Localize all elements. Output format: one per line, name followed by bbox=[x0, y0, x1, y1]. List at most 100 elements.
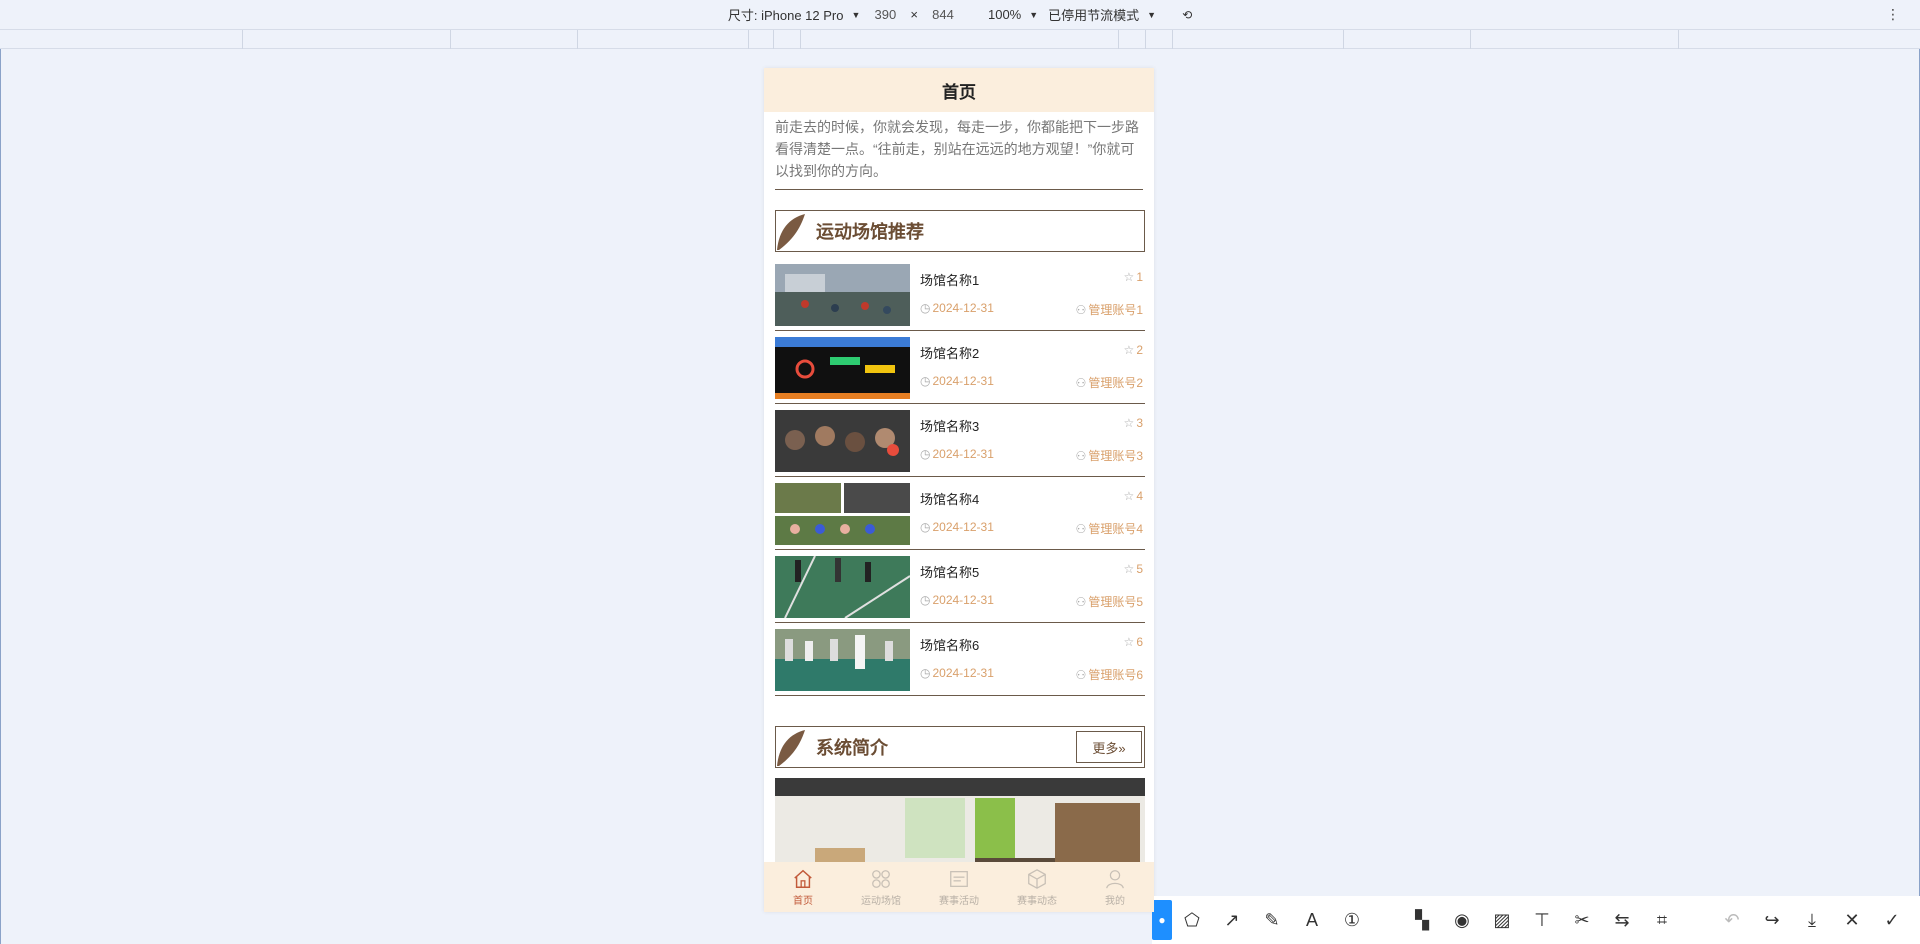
venue-account: ⚇ 管理账号3 bbox=[1075, 449, 1143, 463]
chevron-down-icon: ▼ bbox=[851, 9, 861, 20]
user-icon: ⚇ bbox=[1075, 595, 1087, 609]
venue-rating: ☆ 6 bbox=[1123, 635, 1143, 649]
mosaic-tool-icon[interactable]: ▚ bbox=[1402, 900, 1442, 940]
venue-date: ◷ 2024-12-31 bbox=[920, 666, 994, 680]
venue-item[interactable]: 场馆名称1 ☆ 1 ◷ 2024-12-31 ⚇ 管理账号1 bbox=[775, 258, 1145, 331]
user-icon bbox=[1106, 869, 1124, 888]
width-input[interactable]: 390 bbox=[860, 7, 910, 22]
bottom-tab-bar: 首页 运动场馆 赛事活动 赛事动态 我的 bbox=[764, 862, 1154, 912]
pin-tool-icon[interactable]: ⊤ bbox=[1522, 900, 1562, 940]
venue-rating: ☆ 4 bbox=[1123, 489, 1143, 503]
grid-icon bbox=[872, 869, 890, 888]
shape-tool-icon[interactable]: ⬠ bbox=[1172, 900, 1212, 940]
venue-rating: ☆ 3 bbox=[1123, 416, 1143, 430]
clock-icon: ◷ bbox=[920, 593, 931, 607]
user-icon: ⚇ bbox=[1075, 668, 1087, 682]
venue-name: 场馆名称3 bbox=[920, 419, 980, 434]
star-icon: ☆ bbox=[1123, 635, 1135, 649]
tab-events[interactable]: 赛事活动 bbox=[920, 862, 998, 912]
venue-rating: ☆ 5 bbox=[1123, 562, 1143, 576]
tab-news[interactable]: 赛事动态 bbox=[998, 862, 1076, 912]
user-icon: ⚇ bbox=[1075, 522, 1087, 536]
venue-account: ⚇ 管理账号6 bbox=[1075, 668, 1143, 682]
venue-item[interactable]: 场馆名称3 ☆ 3 ◷ 2024-12-31 ⚇ 管理账号3 bbox=[775, 404, 1145, 477]
clock-icon: ◷ bbox=[920, 666, 931, 680]
venue-section-header: 运动场馆推荐 bbox=[775, 210, 1145, 252]
number-tool-icon[interactable]: ① bbox=[1332, 900, 1372, 940]
venue-name: 场馆名称5 bbox=[920, 565, 980, 580]
venue-account: ⚇ 管理账号4 bbox=[1075, 522, 1143, 536]
close-icon[interactable]: ✕ bbox=[1832, 900, 1872, 940]
venue-name: 场馆名称1 bbox=[920, 273, 980, 288]
venue-rating: ☆ 2 bbox=[1123, 343, 1143, 357]
venue-list: 场馆名称1 ☆ 1 ◷ 2024-12-31 ⚇ 管理账号1 场馆名称2 ☆ 2 ◷ 20… bbox=[764, 258, 1154, 696]
calendar-icon bbox=[950, 870, 968, 887]
venue-date: ◷ 2024-12-31 bbox=[920, 520, 994, 534]
clock-icon: ◷ bbox=[920, 447, 931, 461]
user-icon: ⚇ bbox=[1075, 376, 1087, 390]
screenshot-toolbar: ● ⬠ ↗ ✎ A ① ▚ ◉ ▨ ⊤ ✂ ⇆ ⌗ ↶ ↪ ⤓ ✕ ✓ bbox=[1152, 896, 1920, 944]
tab-label: 赛事活动 bbox=[939, 895, 979, 907]
tab-home[interactable]: 首页 bbox=[764, 862, 842, 912]
zoom-label: 100% bbox=[987, 7, 1022, 22]
star-icon: ☆ bbox=[1123, 416, 1135, 430]
venue-date: ◷ 2024-12-31 bbox=[920, 301, 994, 315]
times-sign: × bbox=[910, 7, 918, 22]
confirm-icon[interactable]: ✓ bbox=[1872, 900, 1912, 940]
device-size-label: 尺寸: iPhone 12 Pro bbox=[727, 8, 844, 23]
device-select[interactable]: 尺寸: iPhone 12 Pro ▼ bbox=[728, 5, 861, 24]
translate-tool-icon[interactable]: ⇆ bbox=[1602, 900, 1642, 940]
more-button[interactable]: 更多» bbox=[1076, 731, 1142, 763]
tab-label: 运动场馆 bbox=[861, 895, 901, 907]
venue-account: ⚇ 管理账号2 bbox=[1075, 376, 1143, 390]
share-icon[interactable]: ↪ bbox=[1752, 900, 1792, 940]
venue-item[interactable]: 场馆名称2 ☆ 2 ◷ 2024-12-31 ⚇ 管理账号2 bbox=[775, 331, 1145, 404]
tab-label: 首页 bbox=[793, 895, 813, 907]
venue-date: ◷ 2024-12-31 bbox=[920, 374, 994, 388]
device-toolbar: 尺寸: iPhone 12 Pro ▼ 390 × 844 100% ▼ 已停用… bbox=[0, 0, 1920, 30]
system-section-header: 系统简介 更多» bbox=[775, 726, 1145, 768]
hatch-tool-icon[interactable]: ▨ bbox=[1482, 900, 1522, 940]
download-icon[interactable]: ⤓ bbox=[1792, 900, 1832, 940]
venue-thumbnail bbox=[775, 629, 910, 691]
tab-venues[interactable]: 运动场馆 bbox=[842, 862, 920, 912]
text-tool-icon[interactable]: A bbox=[1292, 900, 1332, 940]
blur-tool-icon[interactable]: ◉ bbox=[1442, 900, 1482, 940]
scissors-tool-icon[interactable]: ✂ bbox=[1562, 900, 1602, 940]
rotate-icon[interactable]: ⟲ bbox=[1182, 8, 1192, 22]
clock-icon: ◷ bbox=[920, 374, 931, 388]
star-icon: ☆ bbox=[1123, 270, 1135, 284]
venue-item[interactable]: 场馆名称5 ☆ 5 ◷ 2024-12-31 ⚇ 管理账号5 bbox=[775, 550, 1145, 623]
pen-tool-icon[interactable]: ✎ bbox=[1252, 900, 1292, 940]
venue-rating: ☆ 1 bbox=[1123, 270, 1143, 284]
phone-viewport: 首页 向着目标一小步，也许离终点很远，但你只要朝着一个方向前走去的时候，你就会发… bbox=[764, 68, 1154, 912]
clock-icon: ◷ bbox=[920, 301, 931, 315]
page-content[interactable]: 向着目标一小步，也许离终点很远，但你只要朝着一个方向前走去的时候，你就会发现，每… bbox=[764, 112, 1154, 912]
leaf-icon bbox=[777, 730, 805, 766]
home-icon bbox=[794, 869, 812, 888]
star-icon: ☆ bbox=[1123, 343, 1135, 357]
clock-icon: ◷ bbox=[920, 520, 931, 534]
tab-mine[interactable]: 我的 bbox=[1076, 862, 1154, 912]
chevron-down-icon: ▼ bbox=[1029, 9, 1039, 20]
more-options-icon[interactable]: ⋮ bbox=[1886, 6, 1900, 23]
venue-item[interactable]: 场馆名称4 ☆ 4 ◷ 2024-12-31 ⚇ 管理账号4 bbox=[775, 477, 1145, 550]
venue-account: ⚇ 管理账号1 bbox=[1075, 303, 1143, 317]
pin-icon[interactable]: ● bbox=[1152, 900, 1172, 940]
intro-text-block: 向着目标一小步，也许离终点很远，但你只要朝着一个方向前走去的时候，你就会发现，每… bbox=[775, 112, 1143, 190]
venue-name: 场馆名称6 bbox=[920, 638, 980, 653]
venue-name: 场馆名称2 bbox=[920, 346, 980, 361]
viewport-edge-left bbox=[0, 0, 1, 944]
zoom-select[interactable]: 100% ▼ bbox=[988, 7, 1038, 22]
chevron-down-icon: ▼ bbox=[1147, 9, 1157, 20]
leaf-icon bbox=[777, 214, 805, 250]
throttle-label: 已停用节流模式 bbox=[1048, 8, 1140, 23]
height-input[interactable]: 844 bbox=[918, 7, 968, 22]
system-section-title: 系统简介 bbox=[816, 738, 888, 758]
undo-icon[interactable]: ↶ bbox=[1712, 900, 1752, 940]
arrow-tool-icon[interactable]: ↗ bbox=[1212, 900, 1252, 940]
throttle-select[interactable]: 已停用节流模式 ▼ bbox=[1048, 5, 1156, 24]
venue-item[interactable]: 场馆名称6 ☆ 6 ◷ 2024-12-31 ⚇ 管理账号6 bbox=[775, 623, 1145, 696]
venue-thumbnail bbox=[775, 483, 910, 545]
ocr-tool-icon[interactable]: ⌗ bbox=[1642, 900, 1682, 940]
